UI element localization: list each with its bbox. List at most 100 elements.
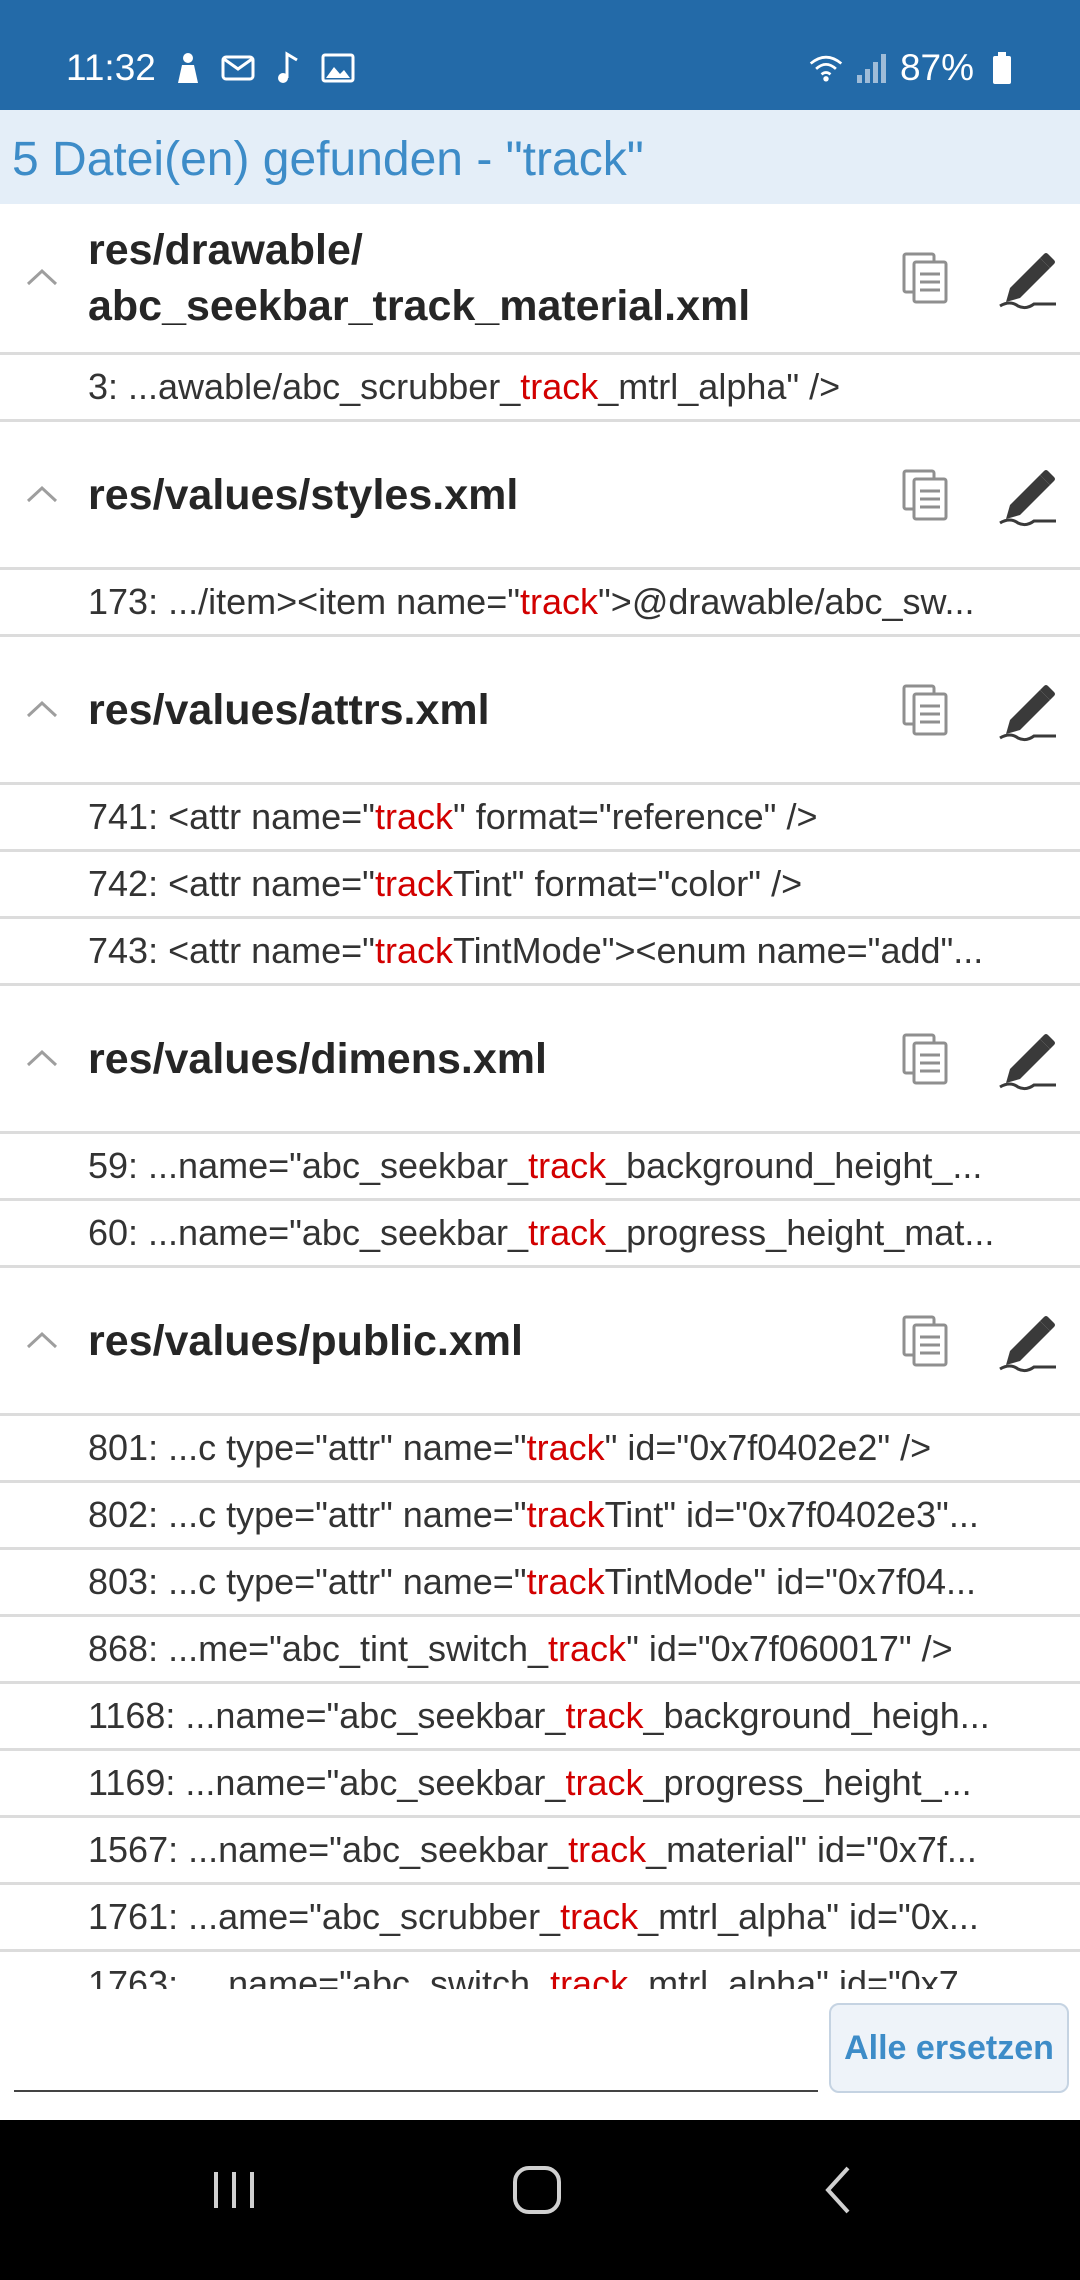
match-text: Tint" format="color" /> — [452, 863, 803, 904]
match-text: _background_heigh... — [643, 1695, 990, 1736]
signal-icon — [854, 50, 890, 86]
match-row[interactable]: 1168: ...name="abc_seekbar_track_backgro… — [0, 1684, 1080, 1751]
match-text: " format="reference" /> — [452, 796, 818, 837]
edit-icon[interactable] — [996, 1027, 1058, 1091]
results-header: 5 Datei(en) gefunden - "track" — [0, 110, 1080, 204]
match-row[interactable]: 1763: ... name="abc_switch_track_mtrl_al… — [0, 1952, 1080, 1989]
match-highlight: track — [568, 1829, 647, 1870]
match-row[interactable]: 742: <attr name="trackTint" format="colo… — [0, 852, 1080, 919]
match-text: _background_height_... — [606, 1145, 983, 1186]
chevron-up-icon[interactable] — [22, 475, 62, 515]
match-highlight: track — [374, 796, 453, 837]
match-text: _material" id="0x7f... — [646, 1829, 977, 1870]
edit-icon[interactable] — [996, 1309, 1058, 1373]
match-text: 60: ...name="abc_seekbar_ — [88, 1212, 529, 1253]
match-text: 1763: ... name="abc_switch_ — [88, 1963, 551, 1989]
edit-icon[interactable] — [996, 463, 1058, 527]
file-group-header[interactable]: res/values/public.xml — [0, 1268, 1080, 1416]
copy-icon[interactable] — [898, 467, 954, 523]
status-bar-right: 87% — [808, 44, 1020, 92]
file-path: res/drawable/ abc_seekbar_track_material… — [88, 222, 868, 334]
match-row[interactable]: 3: ...awable/abc_scrubber_track_mtrl_alp… — [0, 355, 1080, 422]
chevron-up-icon[interactable] — [22, 1039, 62, 1079]
match-text: 741: <attr name=" — [88, 796, 375, 837]
file-path: res/values/public.xml — [88, 1313, 868, 1369]
match-highlight: track — [526, 1561, 605, 1602]
file-group-header[interactable]: res/values/dimens.xml — [0, 986, 1080, 1134]
copy-icon[interactable] — [898, 1031, 954, 1087]
replace-all-button[interactable]: Alle ersetzen — [829, 2003, 1069, 2093]
match-text: _mtrl_alpha" id="0x7... — [628, 1963, 989, 1989]
match-highlight: track — [374, 930, 453, 971]
copy-icon[interactable] — [898, 1313, 954, 1369]
edit-icon[interactable] — [996, 678, 1058, 742]
match-highlight: track — [548, 1628, 627, 1669]
match-text: Tint" id="0x7f0402e3"... — [604, 1494, 979, 1535]
match-row[interactable]: 1761: ...ame="abc_scrubber_track_mtrl_al… — [0, 1885, 1080, 1952]
match-row[interactable]: 802: ...c type="attr" name="trackTint" i… — [0, 1483, 1080, 1550]
match-highlight: track — [520, 581, 599, 622]
replace-input[interactable] — [14, 2020, 822, 2090]
match-row[interactable]: 803: ...c type="attr" name="trackTintMod… — [0, 1550, 1080, 1617]
match-text: " id="0x7f0402e2" /> — [604, 1427, 932, 1468]
wifi-icon — [808, 50, 844, 86]
file-path-line: res/drawable/ — [88, 226, 363, 274]
file-path: res/values/dimens.xml — [88, 1031, 868, 1087]
battery-icon — [984, 50, 1020, 86]
match-highlight: track — [560, 1896, 639, 1937]
person-icon — [170, 50, 206, 86]
match-row[interactable]: 801: ...c type="attr" name="track" id="0… — [0, 1416, 1080, 1483]
file-path-line: abc_seekbar_track_material.xml — [88, 282, 751, 330]
match-highlight: track — [550, 1963, 629, 1989]
match-text: 743: <attr name=" — [88, 930, 375, 971]
status-time: 11:32 — [66, 47, 156, 88]
match-text: 803: ...c type="attr" name=" — [88, 1561, 527, 1602]
match-highlight: track — [520, 366, 599, 407]
match-text: 1169: ...name="abc_seekbar_ — [88, 1762, 566, 1803]
chevron-up-icon[interactable] — [22, 690, 62, 730]
match-row[interactable]: 173: .../item><item name="track">@drawab… — [0, 570, 1080, 637]
input-underline — [14, 2090, 818, 2092]
file-path-line: res/values/attrs.xml — [88, 685, 490, 734]
file-path-line: res/values/styles.xml — [88, 470, 519, 519]
match-highlight: track — [526, 1427, 605, 1468]
match-row[interactable]: 1169: ...name="abc_seekbar_track_progres… — [0, 1751, 1080, 1818]
file-path-line: res/values/public.xml — [88, 1316, 523, 1365]
match-text: ">@drawable/abc_sw... — [598, 581, 975, 622]
recent-apps-icon[interactable] — [194, 2150, 274, 2230]
match-text: 1761: ...ame="abc_scrubber_ — [88, 1896, 561, 1937]
match-text: _mtrl_alpha" /> — [598, 366, 841, 407]
file-group-header[interactable]: res/values/attrs.xml — [0, 637, 1080, 785]
chevron-up-icon[interactable] — [22, 1321, 62, 1361]
status-bar-left: 11:32 — [66, 44, 356, 92]
mail-icon — [220, 50, 256, 86]
copy-icon[interactable] — [898, 250, 954, 306]
file-path: res/values/styles.xml — [88, 467, 868, 523]
system-nav-bar — [0, 2120, 1080, 2280]
match-row[interactable]: 59: ...name="abc_seekbar_track_backgroun… — [0, 1134, 1080, 1201]
chevron-up-icon[interactable] — [22, 258, 62, 298]
edit-icon[interactable] — [996, 246, 1058, 310]
results-title: 5 Datei(en) gefunden - "track" — [12, 133, 644, 186]
file-path: res/values/attrs.xml — [88, 682, 868, 738]
results-list[interactable]: res/drawable/ abc_seekbar_track_material… — [0, 204, 1080, 1989]
back-icon[interactable] — [800, 2150, 880, 2230]
match-row[interactable]: 743: <attr name="trackTintMode"><enum na… — [0, 919, 1080, 986]
match-row[interactable]: 60: ...name="abc_seekbar_track_progress_… — [0, 1201, 1080, 1268]
home-icon[interactable] — [497, 2150, 577, 2230]
file-group-header[interactable]: res/values/styles.xml — [0, 422, 1080, 570]
match-highlight: track — [528, 1145, 607, 1186]
match-text: _progress_height_mat... — [606, 1212, 995, 1253]
copy-icon[interactable] — [898, 682, 954, 738]
match-text: _progress_height_... — [643, 1762, 972, 1803]
match-text: " id="0x7f060017" /> — [626, 1628, 953, 1669]
file-path-line: res/values/dimens.xml — [88, 1034, 547, 1083]
match-highlight: track — [565, 1762, 644, 1803]
match-row[interactable]: 1567: ...name="abc_seekbar_track_materia… — [0, 1818, 1080, 1885]
match-text: 173: .../item><item name=" — [88, 581, 520, 622]
image-icon — [320, 50, 356, 86]
match-text: 1168: ...name="abc_seekbar_ — [88, 1695, 566, 1736]
match-row[interactable]: 868: ...me="abc_tint_switch_track" id="0… — [0, 1617, 1080, 1684]
match-row[interactable]: 741: <attr name="track" format="referenc… — [0, 785, 1080, 852]
file-group-header[interactable]: res/drawable/ abc_seekbar_track_material… — [0, 204, 1080, 355]
